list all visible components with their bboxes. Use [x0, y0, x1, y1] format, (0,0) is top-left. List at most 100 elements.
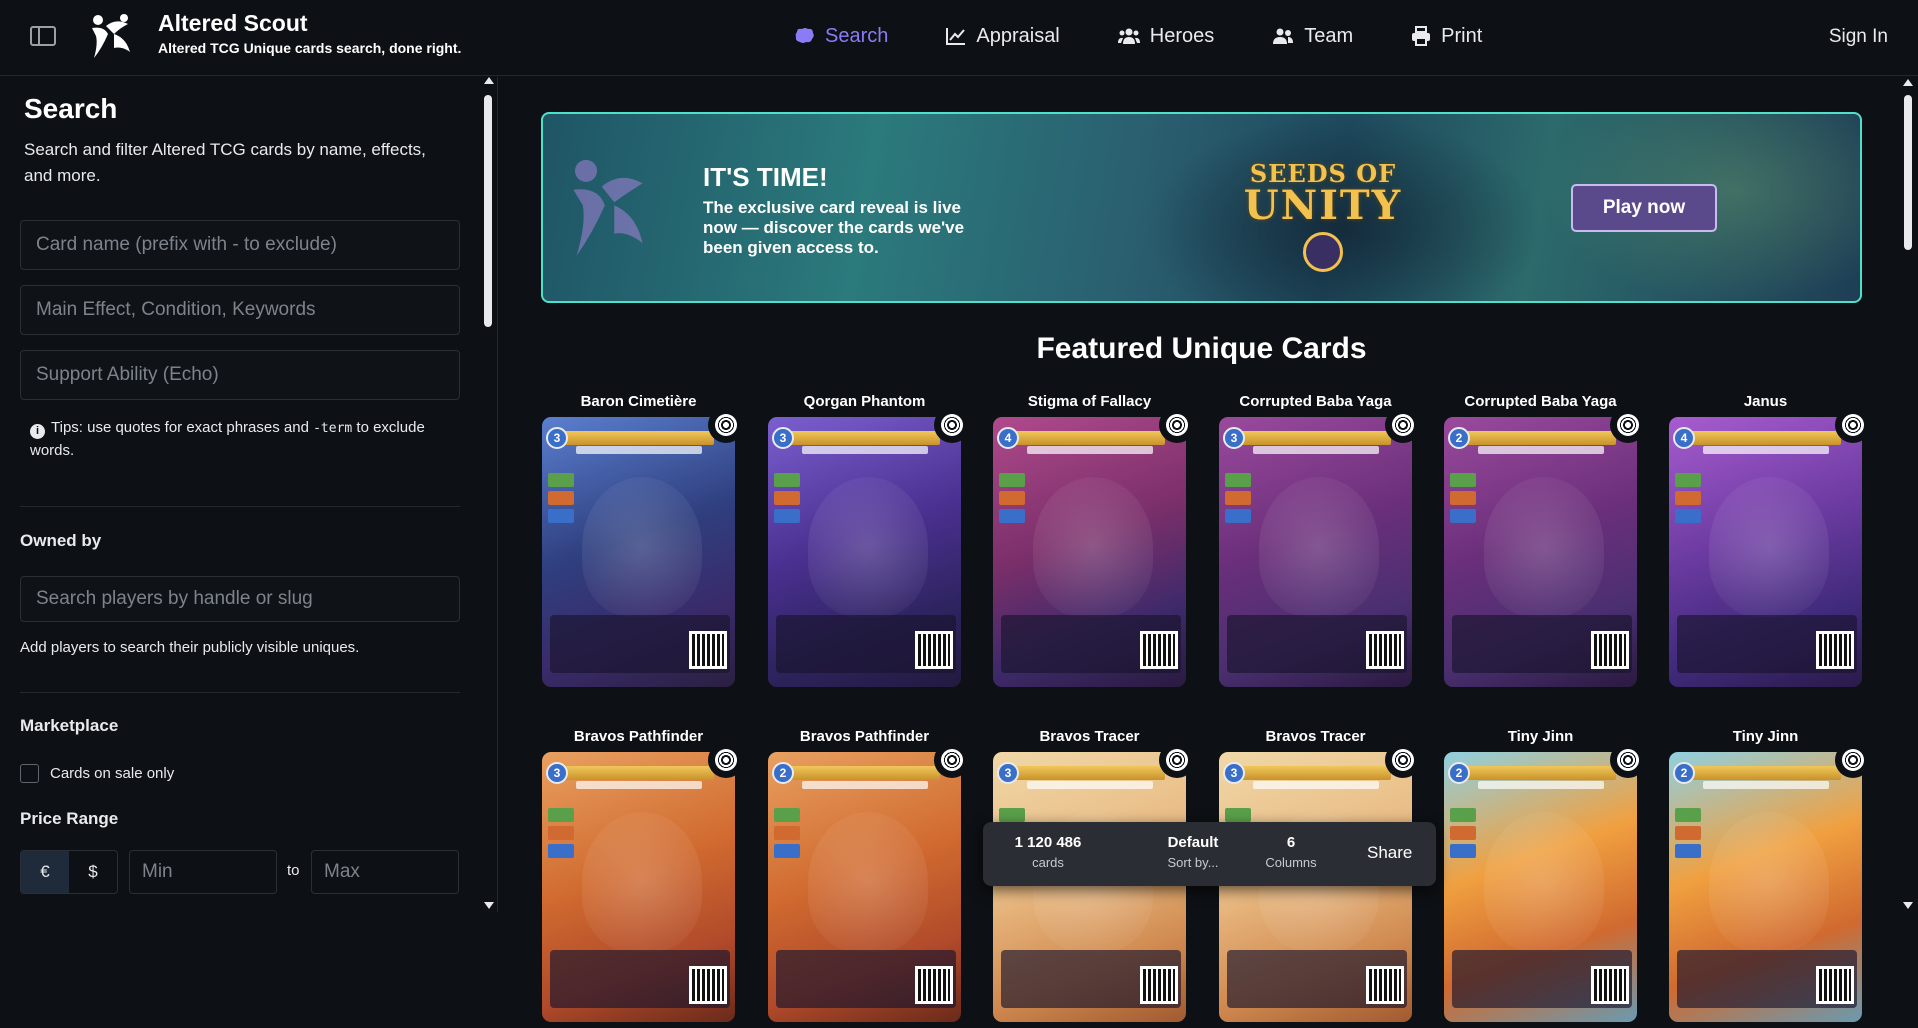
columns-value: 6 — [1286, 834, 1296, 851]
unique-badge-icon — [708, 407, 744, 443]
card-image[interactable]: 2 — [1444, 752, 1637, 1022]
support-ability-field[interactable] — [20, 350, 460, 400]
main-effect-field[interactable] — [20, 285, 460, 335]
on-sale-checkbox[interactable] — [20, 764, 39, 783]
unique-badge-icon — [1610, 407, 1646, 443]
unique-badge-icon — [1385, 407, 1421, 443]
card-artwork — [1484, 812, 1604, 952]
sign-in-link[interactable]: Sign In — [1829, 26, 1888, 48]
card-stat — [548, 509, 574, 523]
card-cost: 3 — [1223, 762, 1245, 784]
card-tile[interactable]: Corrupted Baba Yaga 3 — [1218, 393, 1421, 693]
qr-code-icon — [1140, 631, 1178, 669]
players-note: Add players to search their publicly vis… — [20, 639, 360, 656]
main-effect-input[interactable] — [21, 286, 459, 334]
card-artwork — [1709, 477, 1829, 617]
qr-code-icon — [1140, 966, 1178, 1004]
card-tile[interactable]: Stigma of Fallacy 4 — [992, 393, 1195, 693]
card-image[interactable]: 3 — [542, 752, 735, 1022]
card-type-strip — [1027, 781, 1153, 789]
card-image[interactable]: 3 — [1219, 752, 1412, 1022]
card-tile[interactable]: Corrupted Baba Yaga 2 — [1443, 393, 1646, 693]
card-image[interactable]: 2 — [1669, 752, 1862, 1022]
card-image[interactable]: 3 — [1219, 417, 1412, 687]
qr-code-icon — [915, 966, 953, 1004]
card-image[interactable]: 3 — [993, 752, 1186, 1022]
card-stat — [548, 491, 574, 505]
brand-title[interactable]: Altered Scout — [158, 10, 308, 37]
max-price-input[interactable] — [312, 851, 458, 893]
altered-scout-logo[interactable] — [84, 8, 140, 64]
currency-usd-button[interactable]: $ — [69, 851, 117, 893]
scroll-up-arrow[interactable] — [1903, 79, 1913, 86]
sidebar-toggle-icon[interactable] — [30, 26, 56, 46]
sort-value: Default — [1167, 834, 1219, 851]
sidebar-scrollbar[interactable] — [484, 95, 492, 327]
card-stat — [1675, 473, 1701, 487]
card-tile[interactable]: Janus 4 — [1668, 393, 1871, 693]
columns-control[interactable]: 6 Columns — [1251, 834, 1331, 870]
scroll-down-arrow[interactable] — [1903, 902, 1913, 909]
card-artwork — [1709, 812, 1829, 952]
card-name-input[interactable] — [21, 221, 459, 269]
card-image[interactable]: 2 — [1444, 417, 1637, 687]
price-to-label: to — [287, 862, 300, 879]
brain-icon — [795, 28, 814, 43]
scroll-up-arrow[interactable] — [484, 77, 494, 84]
sidebar-title: Search — [24, 93, 118, 124]
card-stat — [774, 509, 800, 523]
card-tile[interactable]: Tiny Jinn 2 — [1443, 728, 1646, 1028]
play-now-button[interactable]: Play now — [1571, 184, 1717, 232]
card-image[interactable]: 3 — [542, 417, 735, 687]
card-type-strip — [1478, 781, 1604, 789]
card-image[interactable]: 2 — [768, 752, 961, 1022]
card-title-strip — [1015, 431, 1165, 445]
qr-code-icon — [1366, 631, 1404, 669]
brand-subtitle: Altered TCG Unique cards search, done ri… — [158, 40, 462, 56]
scroll-down-arrow[interactable] — [484, 902, 494, 909]
nav-team[interactable]: Team — [1272, 22, 1353, 50]
min-price-input[interactable] — [130, 851, 276, 893]
card-name-field[interactable] — [20, 220, 460, 270]
qr-code-icon — [1366, 966, 1404, 1004]
card-image[interactable]: 4 — [1669, 417, 1862, 687]
divider — [20, 692, 460, 693]
nav-search-label: Search — [825, 24, 889, 47]
players-search-field[interactable] — [20, 576, 460, 622]
emblem-icon — [1303, 232, 1343, 272]
card-image[interactable]: 3 — [768, 417, 961, 687]
card-tile[interactable]: Tiny Jinn 2 — [1668, 728, 1871, 1028]
sort-control[interactable]: Default Sort by... — [1143, 834, 1243, 870]
max-price-field[interactable] — [311, 850, 459, 894]
share-button[interactable]: Share — [1367, 843, 1412, 863]
nav-appraisal[interactable]: Appraisal — [946, 22, 1060, 50]
card-type-strip — [1703, 446, 1829, 454]
card-name: Corrupted Baba Yaga — [1464, 393, 1617, 410]
card-cost: 3 — [997, 762, 1019, 784]
card-stat — [1450, 473, 1476, 487]
nav-print[interactable]: Print — [1411, 22, 1482, 50]
card-stat — [999, 473, 1025, 487]
columns-label: Columns — [1265, 855, 1317, 870]
card-tile[interactable]: Baron Cimetière 3 — [541, 393, 744, 693]
promo-banner[interactable]: IT'S TIME! The exclusive card reveal is … — [541, 112, 1862, 303]
card-tile[interactable]: Bravos Pathfinder 2 — [767, 728, 970, 1028]
card-image[interactable]: 4 — [993, 417, 1186, 687]
players-search-input[interactable] — [21, 577, 459, 621]
unique-badge-icon — [1385, 742, 1421, 778]
min-price-field[interactable] — [129, 850, 277, 894]
nav-heroes[interactable]: Heroes — [1117, 22, 1214, 50]
card-tile[interactable]: Qorgan Phantom 3 — [767, 393, 970, 693]
qr-code-icon — [915, 631, 953, 669]
card-tile[interactable]: Bravos Pathfinder 3 — [541, 728, 744, 1028]
divider — [20, 506, 460, 507]
currency-eur-button[interactable]: € — [21, 851, 69, 893]
nav-search[interactable]: Search — [795, 22, 888, 50]
on-sale-label[interactable]: Cards on sale only — [50, 765, 174, 782]
card-type-strip — [1478, 446, 1604, 454]
main-scrollbar[interactable] — [1904, 95, 1912, 250]
card-type-strip — [802, 446, 928, 454]
support-ability-input[interactable] — [21, 351, 459, 399]
card-stat — [1450, 826, 1476, 840]
unique-badge-icon — [1835, 742, 1871, 778]
